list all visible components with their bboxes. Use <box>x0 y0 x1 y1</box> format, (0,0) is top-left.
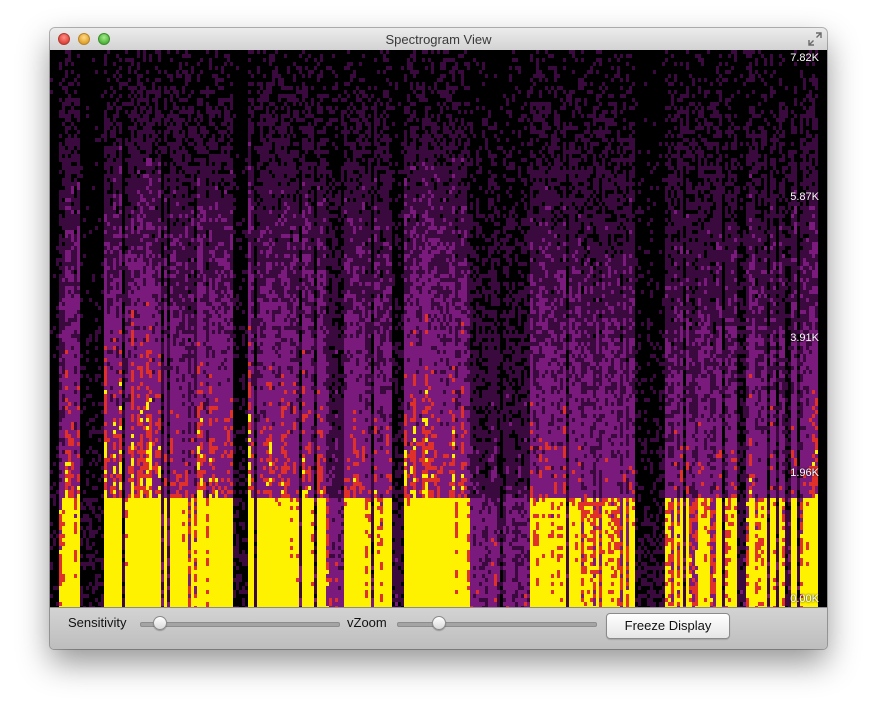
frequency-label-mid: 3.91K <box>790 332 819 344</box>
frequency-label-lower: 1.96K <box>790 467 819 479</box>
window-title: Spectrogram View <box>50 32 827 47</box>
sensitivity-slider[interactable] <box>140 622 340 627</box>
spectrogram-display: 7.82K 5.87K 3.91K 1.96K 0.00K <box>50 50 827 607</box>
control-bar: Sensitivity vZoom Freeze Display <box>50 607 827 649</box>
title-bar[interactable]: Spectrogram View <box>50 28 827 51</box>
spectrogram-window: Spectrogram View 7.82K 5.87K 3.91K 1.96K… <box>50 28 827 649</box>
fullscreen-icon[interactable] <box>808 32 822 46</box>
vzoom-slider[interactable] <box>397 622 597 627</box>
vzoom-label: vZoom <box>347 615 387 630</box>
vzoom-slider-knob[interactable] <box>431 616 446 630</box>
spectrogram-canvas <box>50 50 827 607</box>
frequency-label-top: 7.82K <box>790 52 819 64</box>
sensitivity-slider-knob[interactable] <box>152 616 167 630</box>
frequency-label-upper: 5.87K <box>790 191 819 203</box>
freeze-display-button[interactable]: Freeze Display <box>606 613 730 639</box>
frequency-label-zero: 0.00K <box>790 593 819 605</box>
sensitivity-label: Sensitivity <box>68 615 127 630</box>
